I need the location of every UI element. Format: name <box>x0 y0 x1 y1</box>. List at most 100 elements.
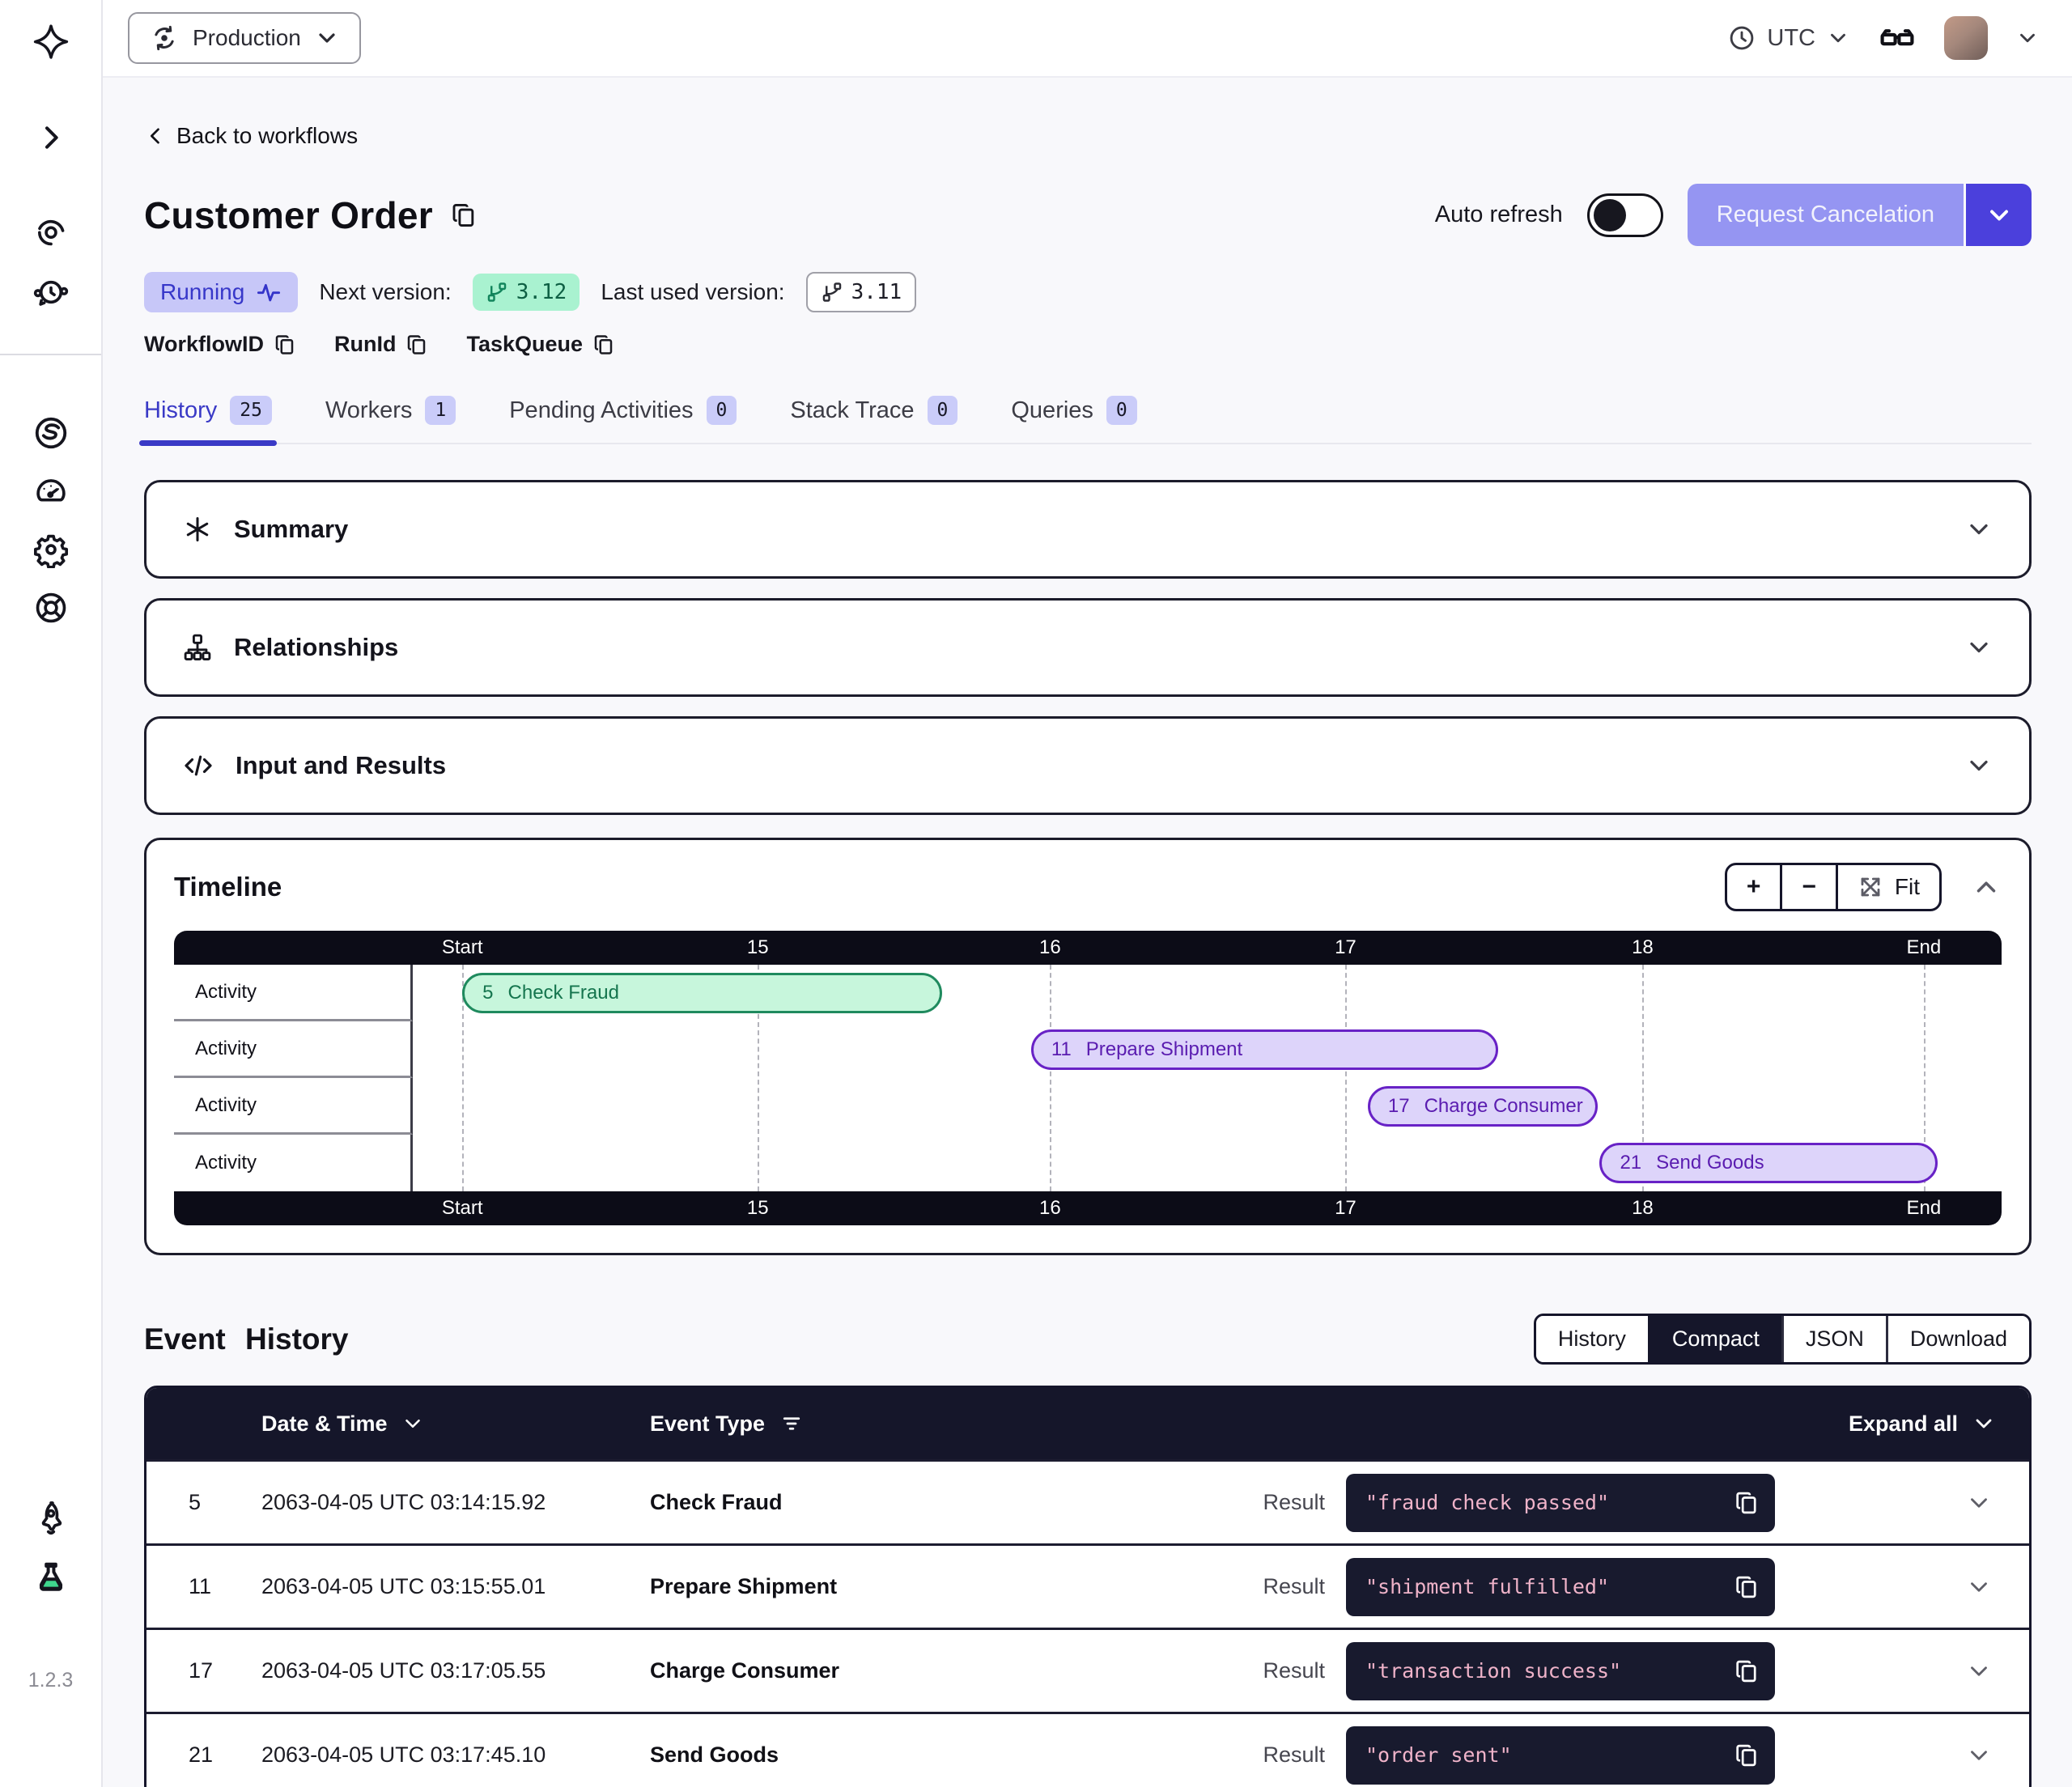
usage-gauge-icon[interactable] <box>32 473 70 510</box>
tab-pending-activities[interactable]: Pending Activities 0 <box>509 396 737 443</box>
section-label: Input and Results <box>236 751 446 780</box>
request-cancelation-menu-button[interactable] <box>1964 184 2032 246</box>
tab-count-badge: 25 <box>230 396 272 425</box>
tab-label: Queries <box>1011 397 1093 424</box>
topbar-right: UTC <box>1727 16 2040 60</box>
zoom-in-button[interactable]: + <box>1727 865 1781 909</box>
next-version-label: Next version: <box>319 279 451 305</box>
labs-flask-icon[interactable] <box>32 1557 70 1596</box>
request-cancelation-button[interactable]: Request Cancelation <box>1688 184 1964 246</box>
timeline-bar-charge-consumer[interactable]: 17 Charge Consumer <box>1368 1086 1599 1127</box>
relationships-section[interactable]: Relationships <box>144 598 2032 697</box>
workflow-id-copy[interactable]: WorkflowID <box>144 332 297 357</box>
temporal-logo-icon[interactable] <box>31 23 71 63</box>
result-value: "fraud check passed" <box>1365 1491 1609 1514</box>
tab-bar: History 25 Workers 1 Pending Activities … <box>144 396 2032 444</box>
timeline-plot: 5 Check Fraud 11 Prepare Shipment 17 Cha… <box>413 965 2002 1191</box>
event-type: Check Fraud <box>650 1490 1216 1515</box>
copy-result-icon[interactable] <box>1733 1658 1760 1685</box>
filter-icon[interactable] <box>779 1411 804 1436</box>
back-link-label: Back to workflows <box>176 123 358 149</box>
support-lifering-icon[interactable] <box>32 589 70 626</box>
avatar[interactable] <box>1944 16 1988 60</box>
timeline-bar-check-fraud[interactable]: 5 Check Fraud <box>462 973 942 1013</box>
collapse-timeline-chevron-icon[interactable] <box>1971 872 2002 902</box>
view-compact-button[interactable]: Compact <box>1648 1316 1781 1362</box>
nexus-icon[interactable] <box>32 414 70 452</box>
event-type: Prepare Shipment <box>650 1574 1216 1599</box>
tab-history[interactable]: History 25 <box>144 396 272 443</box>
auto-refresh-label: Auto refresh <box>1435 202 1563 228</box>
input-results-header: Input and Results <box>182 749 446 782</box>
schedules-icon[interactable] <box>32 274 70 311</box>
input-results-section[interactable]: Input and Results <box>144 716 2032 815</box>
event-id: 11 <box>189 1574 261 1599</box>
event-type-column-header[interactable]: Event Type <box>650 1411 1216 1437</box>
expand-row-chevron-icon[interactable] <box>1965 1658 1993 1685</box>
timeline-row-label: Activity <box>174 1078 413 1135</box>
event-row-check-fraud[interactable]: 5 2063-04-05 UTC 03:14:15.92 Check Fraud… <box>146 1459 2029 1543</box>
expand-all-button[interactable]: Expand all <box>1849 1411 1997 1437</box>
tab-label: Stack Trace <box>790 397 914 424</box>
gridline <box>1050 965 1051 1191</box>
copy-result-icon[interactable] <box>1733 1573 1760 1601</box>
tab-stack-trace[interactable]: Stack Trace 0 <box>790 396 957 443</box>
zoom-fit-button[interactable]: Fit <box>1836 865 1939 909</box>
asterisk-icon <box>182 514 213 545</box>
result-value: "shipment fulfilled" <box>1365 1575 1609 1598</box>
chevron-down-icon[interactable] <box>1964 633 1993 662</box>
sidebar: 1.2.3 <box>0 0 103 1787</box>
result-code-pill: "shipment fulfilled" <box>1346 1558 1775 1616</box>
auto-refresh-toggle[interactable] <box>1587 193 1663 237</box>
view-history-button[interactable]: History <box>1536 1316 1648 1362</box>
git-branch-icon <box>821 281 843 303</box>
timeline-row-label: Activity <box>174 1135 413 1191</box>
tab-queries[interactable]: Queries 0 <box>1011 396 1136 443</box>
chevron-down-icon[interactable] <box>1964 515 1993 544</box>
settings-gear-icon[interactable] <box>32 531 70 568</box>
expand-sidebar-icon[interactable] <box>35 121 67 154</box>
timezone-selector[interactable]: UTC <box>1727 23 1850 53</box>
back-to-workflows-link[interactable]: Back to workflows <box>144 123 358 149</box>
axis-tick: 15 <box>747 936 769 959</box>
event-row-prepare-shipment[interactable]: 11 2063-04-05 UTC 03:15:55.01 Prepare Sh… <box>146 1543 2029 1628</box>
zoom-out-button[interactable]: − <box>1780 865 1836 909</box>
event-row-charge-consumer[interactable]: 17 2063-04-05 UTC 03:17:05.55 Charge Con… <box>146 1628 2029 1712</box>
namespace-selector[interactable]: Production <box>128 12 361 64</box>
download-button[interactable]: Download <box>1886 1316 2029 1362</box>
bar-label: Send Goods <box>1656 1152 1764 1174</box>
chevron-left-icon <box>144 125 167 147</box>
expand-row-chevron-icon[interactable] <box>1965 1573 1993 1601</box>
getting-started-rocket-icon[interactable] <box>32 1499 70 1536</box>
expand-row-chevron-icon[interactable] <box>1965 1489 1993 1517</box>
account-menu-chevron-icon[interactable] <box>2015 26 2040 50</box>
timeline-bar-send-goods[interactable]: 21 Send Goods <box>1599 1143 1938 1183</box>
copy-result-icon[interactable] <box>1733 1742 1760 1769</box>
task-queue-copy[interactable]: TaskQueue <box>466 332 616 357</box>
last-version-badge: 3.11 <box>806 272 917 312</box>
table-header-row: Date & Time Event Type Expand all <box>146 1388 2029 1459</box>
task-queue-label: TaskQueue <box>466 332 583 357</box>
workflow-id-label: WorkflowID <box>144 332 264 357</box>
event-id: 21 <box>1620 1152 1641 1174</box>
event-row-send-goods[interactable]: 21 2063-04-05 UTC 03:17:45.10 Send Goods… <box>146 1712 2029 1787</box>
timeline-chart: Start 15 16 17 18 End Activity Activity … <box>174 931 2002 1225</box>
timeline-bar-prepare-shipment[interactable]: 11 Prepare Shipment <box>1031 1029 1498 1070</box>
tab-label: History <box>144 397 217 424</box>
result-value: "transaction success" <box>1365 1659 1621 1683</box>
copy-title-icon[interactable] <box>449 201 478 230</box>
run-id-copy[interactable]: RunId <box>334 332 429 357</box>
copy-result-icon[interactable] <box>1733 1489 1760 1517</box>
glasses-icon[interactable] <box>1878 19 1917 57</box>
fit-label: Fit <box>1895 874 1920 900</box>
chevron-down-icon[interactable] <box>1964 751 1993 780</box>
expand-row-chevron-icon[interactable] <box>1965 1742 1993 1769</box>
gridline <box>1345 965 1347 1191</box>
tab-count-badge: 1 <box>425 396 456 425</box>
view-json-button[interactable]: JSON <box>1781 1316 1886 1362</box>
summary-section[interactable]: Summary <box>144 480 2032 579</box>
tab-count-badge: 0 <box>928 396 958 425</box>
tab-workers[interactable]: Workers 1 <box>325 396 456 443</box>
date-time-column-header[interactable]: Date & Time <box>261 1411 650 1437</box>
workflows-icon[interactable] <box>32 212 70 249</box>
